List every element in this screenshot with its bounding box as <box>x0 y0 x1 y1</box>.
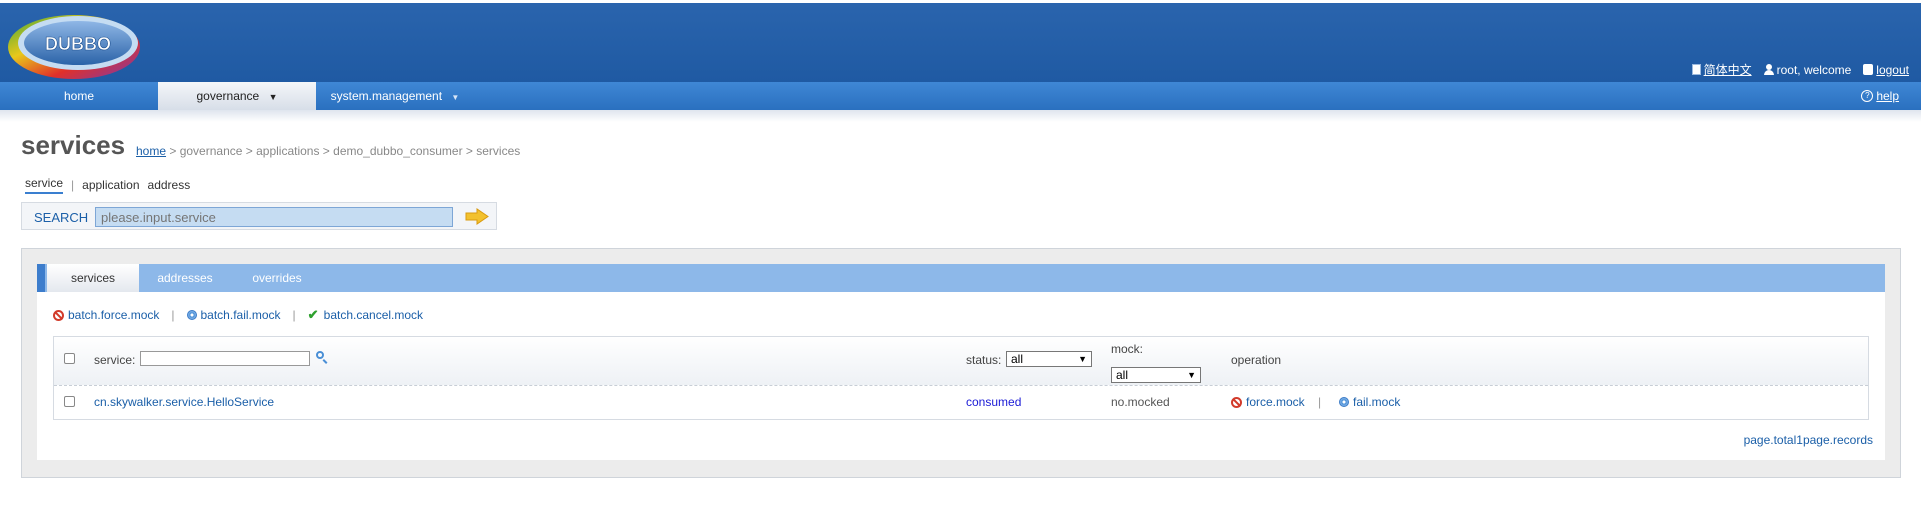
tab-overrides-label[interactable]: overrides <box>252 271 301 285</box>
search-tab-address[interactable]: address <box>148 178 191 192</box>
operation-header: operation <box>1231 353 1282 367</box>
batch-fail-mock-label[interactable]: batch.fail.mock <box>201 308 281 322</box>
fail-mock-label[interactable]: fail.mock <box>1353 395 1400 409</box>
select-all-checkbox[interactable] <box>64 353 75 364</box>
force-mock-link[interactable]: force.mock <box>1231 395 1305 409</box>
mock-value: no.mocked <box>1111 395 1170 409</box>
separator: | <box>292 308 296 322</box>
breadcrumb-path: > governance > applications > demo_dubbo… <box>166 144 521 158</box>
gear-icon <box>186 310 197 320</box>
ban-icon <box>1231 396 1242 408</box>
gear-icon <box>1339 397 1349 407</box>
nav-item-system-management[interactable]: system.management ▼ <box>316 82 474 110</box>
tab-services[interactable]: services <box>47 264 139 292</box>
separator: | <box>171 308 175 322</box>
search-tabs: service | application address <box>25 176 198 194</box>
search-tab-application[interactable]: application <box>82 178 139 192</box>
status-header: status: <box>966 353 1002 367</box>
batch-force-mock-label[interactable]: batch.force.mock <box>68 308 159 322</box>
search-input[interactable] <box>95 207 453 227</box>
chevron-down-icon: ▼ <box>1078 354 1087 364</box>
services-panel: services addresses overrides batch.force… <box>21 248 1901 478</box>
status-select[interactable]: all ▼ <box>1006 351 1092 367</box>
tab-addresses[interactable]: addresses <box>139 264 231 292</box>
batch-cancel-mock-label[interactable]: batch.cancel.mock <box>324 308 423 322</box>
app-header: DUBBO 简体中文 root, welcome logout <box>0 0 1921 82</box>
separator: | <box>71 178 75 192</box>
help-link[interactable]: ? help <box>1861 82 1899 110</box>
nav-item-governance[interactable]: governance ▼ <box>158 82 316 110</box>
language-link[interactable]: 简体中文 <box>1691 61 1752 78</box>
fail-mock-link[interactable]: fail.mock <box>1339 395 1400 409</box>
batch-cancel-mock-link[interactable]: ✔ batch.cancel.mock <box>308 308 423 322</box>
services-table: service: status: all ▼ mock: all ▼ opera… <box>53 336 1869 420</box>
row-checkbox[interactable] <box>64 396 75 407</box>
chevron-down-icon[interactable]: ▼ <box>451 93 459 102</box>
batch-fail-mock-link[interactable]: batch.fail.mock <box>186 308 281 322</box>
language-label[interactable]: 简体中文 <box>1704 61 1752 78</box>
status-select-value: all <box>1011 352 1024 366</box>
service-header: service: <box>94 353 136 367</box>
nav-system-label[interactable]: system.management <box>331 89 442 103</box>
tabbar-lead <box>37 264 45 292</box>
help-icon: ? <box>1861 90 1874 102</box>
nav-item-home[interactable]: home <box>0 82 158 110</box>
breadcrumb-home-link[interactable]: home <box>136 144 166 158</box>
search-icon[interactable] <box>316 351 324 359</box>
header-links: 简体中文 root, welcome logout <box>1691 61 1909 78</box>
document-icon <box>1691 64 1701 75</box>
tab-addresses-label[interactable]: addresses <box>157 271 212 285</box>
tab-overrides[interactable]: overrides <box>231 264 323 292</box>
separator: | <box>1318 395 1322 409</box>
panel-content: services addresses overrides batch.force… <box>37 264 1885 460</box>
logout-link[interactable]: logout <box>1863 63 1909 77</box>
mock-header: mock: <box>1111 342 1144 356</box>
chevron-down-icon: ▼ <box>1187 370 1196 380</box>
search-tab-service[interactable]: service <box>25 176 64 194</box>
check-icon: ✔ <box>307 307 319 322</box>
service-link[interactable]: cn.skywalker.service.HelloService <box>94 395 274 409</box>
table-header: service: status: all ▼ mock: all ▼ opera… <box>54 337 1868 386</box>
chevron-down-icon[interactable]: ▼ <box>269 92 278 102</box>
user-label: root, welcome <box>1776 62 1852 77</box>
page-title: services <box>21 130 126 160</box>
logout-label[interactable]: logout <box>1876 63 1909 77</box>
nav-governance-label[interactable]: governance <box>197 89 260 103</box>
nav-shadow <box>0 110 1921 122</box>
service-filter-input[interactable] <box>140 351 310 366</box>
breadcrumb: home > governance > applications > demo_… <box>136 144 520 158</box>
table-row: cn.skywalker.service.HelloService consum… <box>54 385 1868 419</box>
status-value: consumed <box>966 395 1022 409</box>
help-label[interactable]: help <box>1876 82 1899 110</box>
panel-tabbar: services addresses overrides <box>37 264 1885 292</box>
search-bar: SEARCH <box>21 202 497 230</box>
svg-text:DUBBO: DUBBO <box>45 34 111 54</box>
tab-services-label[interactable]: services <box>71 271 115 285</box>
main-nav: home governance ▼ system.management ▼ ? … <box>0 82 1921 110</box>
batch-force-mock-link[interactable]: batch.force.mock <box>53 308 159 322</box>
ban-icon <box>53 309 64 321</box>
force-mock-label[interactable]: force.mock <box>1246 395 1305 409</box>
user-info: root, welcome <box>1763 62 1852 77</box>
user-icon <box>1763 64 1774 75</box>
nav-home-label[interactable]: home <box>64 89 94 103</box>
arrow-right-icon[interactable] <box>464 208 490 225</box>
batch-actions: batch.force.mock | batch.fail.mock | ✔ b… <box>53 308 423 322</box>
dubbo-logo[interactable]: DUBBO <box>4 9 144 81</box>
mock-select[interactable]: all ▼ <box>1111 367 1201 383</box>
pagination[interactable]: page.total1page.records <box>1744 433 1873 447</box>
logout-icon <box>1863 64 1874 75</box>
mock-select-value: all <box>1116 368 1129 382</box>
search-label: SEARCH <box>34 210 89 225</box>
